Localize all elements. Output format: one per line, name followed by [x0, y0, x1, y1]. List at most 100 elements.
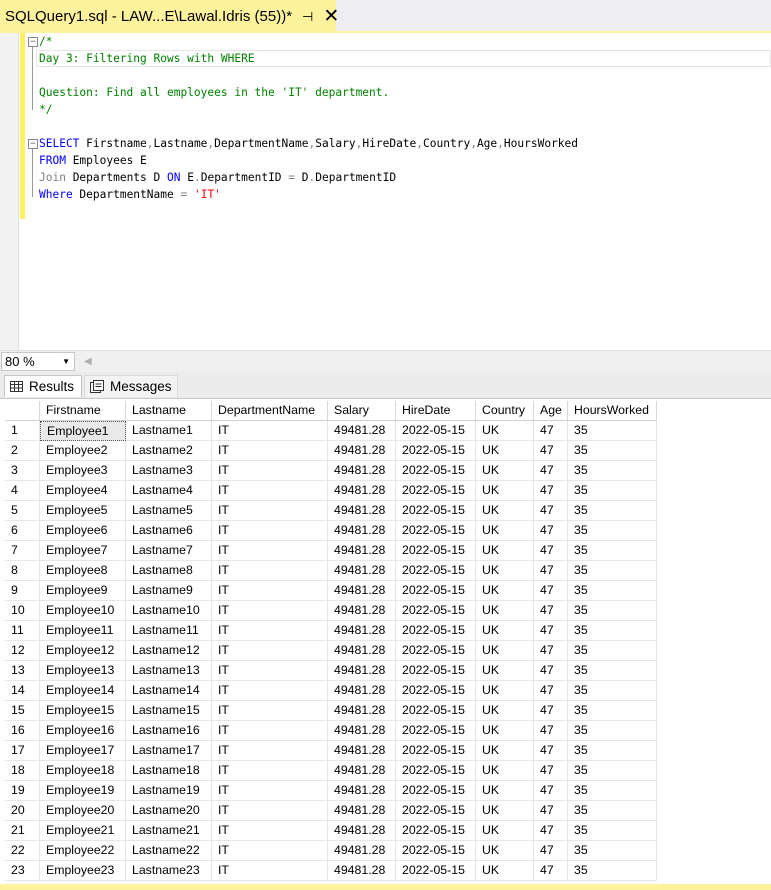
cell-hours-worked[interactable]: 35 [568, 661, 657, 681]
cell-lastname[interactable]: Lastname13 [126, 661, 212, 681]
cell-salary[interactable]: 49481.28 [328, 521, 396, 541]
cell-lastname[interactable]: Lastname12 [126, 641, 212, 661]
table-row[interactable]: 5 Employee5 Lastname5 IT 49481.28 2022-05-15 U… [5, 501, 657, 521]
cell-row-number[interactable]: 20 [5, 801, 40, 821]
cell-hire-date[interactable]: 2022-05-15 [396, 721, 476, 741]
cell-firstname[interactable]: Employee22 [40, 841, 126, 861]
cell-lastname[interactable]: Lastname17 [126, 741, 212, 761]
cell-salary[interactable]: 49481.28 [328, 821, 396, 841]
cell-hire-date[interactable]: 2022-05-15 [396, 821, 476, 841]
cell-row-number[interactable]: 7 [5, 541, 40, 561]
cell-salary[interactable]: 49481.28 [328, 541, 396, 561]
cell-department-name[interactable]: IT [212, 761, 328, 781]
cell-firstname[interactable]: Employee2 [40, 441, 126, 461]
cell-department-name[interactable]: IT [212, 741, 328, 761]
cell-lastname[interactable]: Lastname1 [126, 421, 212, 441]
table-row[interactable]: 10 Employee10 Lastname10 IT 49481.28 2022-05-… [5, 601, 657, 621]
table-row[interactable]: 7 Employee7 Lastname7 IT 49481.28 2022-05-15 U… [5, 541, 657, 561]
cell-hire-date[interactable]: 2022-05-15 [396, 581, 476, 601]
cell-row-number[interactable]: 19 [5, 781, 40, 801]
cell-department-name[interactable]: IT [212, 701, 328, 721]
cell-department-name[interactable]: IT [212, 521, 328, 541]
cell-country[interactable]: UK [476, 781, 534, 801]
cell-age[interactable]: 47 [534, 821, 568, 841]
column-header-lastname[interactable]: Lastname [126, 401, 212, 421]
cell-salary[interactable]: 49481.28 [328, 701, 396, 721]
cell-department-name[interactable]: IT [212, 781, 328, 801]
column-header-hire-date[interactable]: HireDate [396, 401, 476, 421]
table-row[interactable]: 3 Employee3 Lastname3 IT 49481.28 2022-05-15 U… [5, 461, 657, 481]
cell-hours-worked[interactable]: 35 [568, 561, 657, 581]
cell-hire-date[interactable]: 2022-05-15 [396, 461, 476, 481]
table-row[interactable]: 18 Employee18 Lastname18 IT 49481.28 2022-05-… [5, 761, 657, 781]
cell-firstname[interactable]: Employee10 [40, 601, 126, 621]
column-header-department-name[interactable]: DepartmentName [212, 401, 328, 421]
cell-hours-worked[interactable]: 35 [568, 681, 657, 701]
cell-hire-date[interactable]: 2022-05-15 [396, 561, 476, 581]
cell-hire-date[interactable]: 2022-05-15 [396, 601, 476, 621]
table-row[interactable]: 16 Employee16 Lastname16 IT 49481.28 2022-05-… [5, 721, 657, 741]
cell-lastname[interactable]: Lastname16 [126, 721, 212, 741]
cell-lastname[interactable]: Lastname22 [126, 841, 212, 861]
cell-hours-worked[interactable]: 35 [568, 701, 657, 721]
cell-country[interactable]: UK [476, 501, 534, 521]
cell-row-number[interactable]: 4 [5, 481, 40, 501]
cell-hire-date[interactable]: 2022-05-15 [396, 661, 476, 681]
column-header-age[interactable]: Age [534, 401, 568, 421]
cell-department-name[interactable]: IT [212, 801, 328, 821]
cell-salary[interactable]: 49481.28 [328, 721, 396, 741]
table-row[interactable]: 14 Employee14 Lastname14 IT 49481.28 2022-05-… [5, 681, 657, 701]
cell-lastname[interactable]: Lastname19 [126, 781, 212, 801]
tab-results[interactable]: Results [4, 375, 82, 397]
cell-firstname[interactable]: Employee18 [40, 761, 126, 781]
cell-hire-date[interactable]: 2022-05-15 [396, 861, 476, 881]
cell-hours-worked[interactable]: 35 [568, 581, 657, 601]
cell-salary[interactable]: 49481.28 [328, 641, 396, 661]
cell-hours-worked[interactable]: 35 [568, 421, 657, 441]
table-row[interactable]: 8 Employee8 Lastname8 IT 49481.28 2022-05-15 U… [5, 561, 657, 581]
pin-icon[interactable]: ⊣ [302, 9, 313, 25]
cell-salary[interactable]: 49481.28 [328, 841, 396, 861]
cell-row-number[interactable]: 5 [5, 501, 40, 521]
cell-age[interactable]: 47 [534, 801, 568, 821]
zoom-select[interactable]: 80 % ▼ [1, 352, 75, 371]
cell-lastname[interactable]: Lastname10 [126, 601, 212, 621]
code-line[interactable]: Day 3: Filtering Rows with WHERE [39, 50, 255, 67]
cell-department-name[interactable]: IT [212, 441, 328, 461]
cell-age[interactable]: 47 [534, 541, 568, 561]
cell-hire-date[interactable]: 2022-05-15 [396, 481, 476, 501]
cell-firstname[interactable]: Employee14 [40, 681, 126, 701]
cell-hours-worked[interactable]: 35 [568, 461, 657, 481]
cell-lastname[interactable]: Lastname7 [126, 541, 212, 561]
cell-age[interactable]: 47 [534, 501, 568, 521]
cell-age[interactable]: 47 [534, 581, 568, 601]
cell-lastname[interactable]: Lastname20 [126, 801, 212, 821]
table-row[interactable]: 15 Employee15 Lastname15 IT 49481.28 2022-05-… [5, 701, 657, 721]
cell-firstname[interactable]: Employee8 [40, 561, 126, 581]
table-row[interactable]: 9 Employee9 Lastname9 IT 49481.28 2022-05-15 U… [5, 581, 657, 601]
cell-row-number[interactable]: 6 [5, 521, 40, 541]
cell-hours-worked[interactable]: 35 [568, 801, 657, 821]
cell-hours-worked[interactable]: 35 [568, 621, 657, 641]
cell-row-number[interactable]: 18 [5, 761, 40, 781]
cell-row-number[interactable]: 3 [5, 461, 40, 481]
cell-hours-worked[interactable]: 35 [568, 861, 657, 881]
cell-firstname[interactable]: Employee1 [40, 421, 126, 441]
cell-firstname[interactable]: Employee21 [40, 821, 126, 841]
cell-firstname[interactable]: Employee4 [40, 481, 126, 501]
cell-row-number[interactable]: 9 [5, 581, 40, 601]
table-row[interactable]: 12 Employee12 Lastname12 IT 49481.28 2022-05-… [5, 641, 657, 661]
table-row[interactable]: 22 Employee22 Lastname22 IT 49481.28 2022-05-… [5, 841, 657, 861]
cell-hours-worked[interactable]: 35 [568, 641, 657, 661]
code-line[interactable]: /* [39, 33, 52, 50]
cell-row-number[interactable]: 2 [5, 441, 40, 461]
table-row[interactable]: 2 Employee2 Lastname2 IT 49481.28 2022-05-15 U… [5, 441, 657, 461]
table-row[interactable]: 17 Employee17 Lastname17 IT 49481.28 2022-05-… [5, 741, 657, 761]
cell-salary[interactable]: 49481.28 [328, 581, 396, 601]
cell-firstname[interactable]: Employee12 [40, 641, 126, 661]
cell-country[interactable]: UK [476, 861, 534, 881]
cell-hire-date[interactable]: 2022-05-15 [396, 801, 476, 821]
cell-age[interactable]: 47 [534, 861, 568, 881]
cell-country[interactable]: UK [476, 801, 534, 821]
cell-hire-date[interactable]: 2022-05-15 [396, 841, 476, 861]
